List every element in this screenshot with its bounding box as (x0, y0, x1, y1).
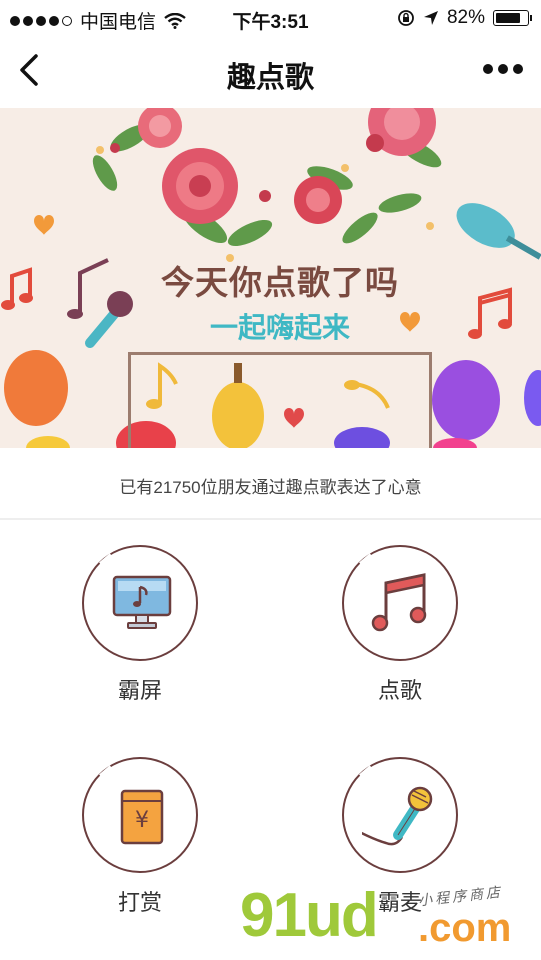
feature-label: 打赏 (117, 890, 162, 915)
music-note-icon (371, 573, 427, 632)
status-right: 82% (397, 7, 532, 29)
banner-headline: 今天你点歌了吗 (161, 266, 399, 302)
banner-subline: 一起嗨起来 (209, 313, 350, 344)
rotation-lock-icon (398, 10, 414, 26)
nav-bar: 趣点歌 (0, 36, 541, 106)
watermark-logo: 91ud 小程序商店 .com (240, 880, 540, 960)
banner-text-frame (128, 352, 432, 448)
usage-count-text: 已有21750位朋友通过趣点歌表达了心意 (0, 448, 541, 520)
feature-icon-circle[interactable] (342, 757, 458, 873)
svg-text:¥: ¥ (135, 808, 149, 833)
feature-dashang[interactable]: ¥ 打赏 (42, 757, 242, 927)
status-bar: 中国电信 下午3:51 82% (0, 0, 541, 36)
location-arrow-icon (423, 11, 438, 25)
battery-percent: 82% (446, 7, 485, 28)
monitor-music-icon (112, 575, 172, 629)
feature-icon-circle[interactable]: ¥ (82, 757, 198, 873)
microphone-icon (362, 786, 433, 846)
feature-label: 霸屏 (117, 678, 162, 703)
feature-label: 点歌 (377, 678, 422, 703)
feature-icon-circle[interactable] (82, 545, 198, 661)
feature-icon-circle[interactable] (342, 545, 458, 661)
watermark-suffix: .com (418, 906, 512, 950)
page-title: 趣点歌 (226, 62, 314, 94)
watermark-brand: 91ud (240, 881, 379, 950)
feature-diange[interactable]: 点歌 (302, 545, 502, 715)
battery-icon (493, 10, 532, 26)
more-options-icon[interactable] (483, 64, 523, 74)
feature-bapin[interactable]: 霸屏 (42, 545, 242, 715)
red-envelope-yen-icon: ¥ (120, 789, 164, 845)
